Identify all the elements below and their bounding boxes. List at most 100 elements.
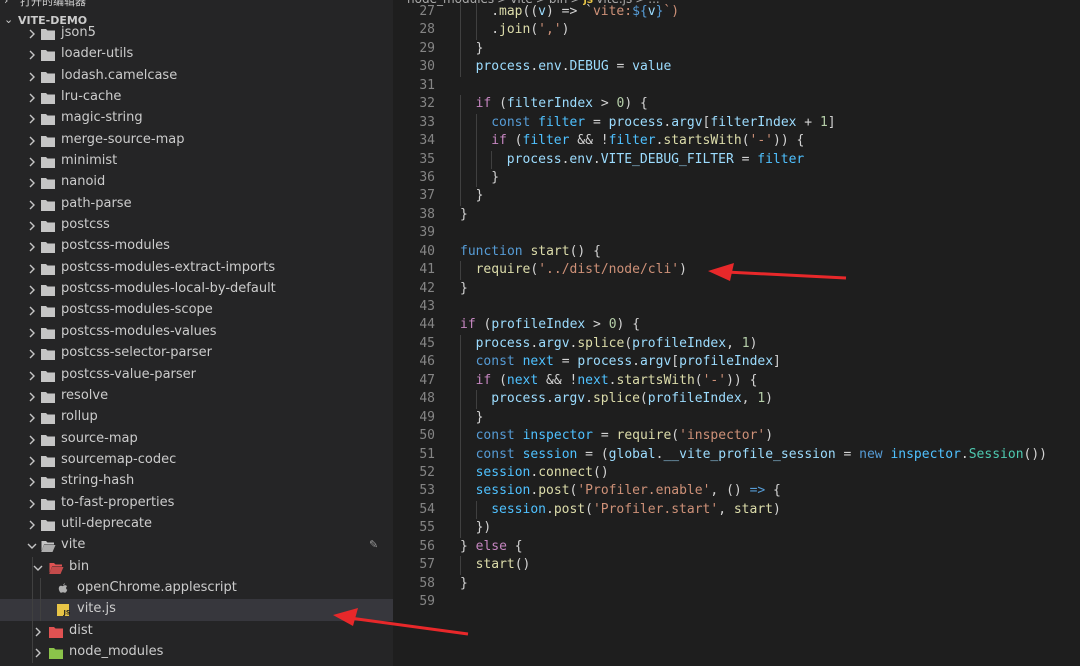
code-area[interactable]: 27 .map((v) => `vite:${v}`) 28 .join(',') 29… bbox=[393, 3, 1080, 611]
chevron-right-icon[interactable] bbox=[25, 258, 39, 279]
chevron-right-icon[interactable] bbox=[25, 130, 39, 151]
chevron-down-icon[interactable] bbox=[25, 535, 39, 556]
folder-item[interactable]: path-parse bbox=[0, 194, 393, 215]
code-token: + bbox=[796, 114, 820, 130]
code-token: = bbox=[553, 354, 578, 370]
code-line[interactable]: 45 process.argv.splice(profileIndex, 1) bbox=[393, 334, 1080, 354]
folder-item[interactable]: to-fast-properties bbox=[0, 493, 393, 514]
chevron-right-icon[interactable] bbox=[25, 44, 39, 65]
code-line[interactable]: 52 session.connect() bbox=[393, 463, 1080, 483]
code-line[interactable]: 39 bbox=[393, 224, 1080, 242]
chevron-right-icon[interactable] bbox=[25, 386, 39, 407]
open-editors-header[interactable]: › 打开的编辑器 bbox=[0, 0, 393, 9]
folder-item[interactable]: vite ✎ bbox=[0, 535, 393, 556]
code-line[interactable]: 59 bbox=[393, 593, 1080, 611]
chevron-down-icon[interactable] bbox=[31, 557, 45, 578]
code-token: ( bbox=[624, 335, 633, 351]
chevron-right-icon[interactable] bbox=[25, 194, 39, 215]
folder-item[interactable]: resolve bbox=[0, 386, 393, 407]
chevron-right-icon[interactable] bbox=[25, 322, 39, 343]
folder-item[interactable]: magic-string bbox=[0, 108, 393, 129]
code-line[interactable]: 54 session.post('Profiler.start', start) bbox=[393, 500, 1080, 520]
code-line[interactable]: 55}) bbox=[393, 519, 1080, 538]
chevron-right-icon[interactable] bbox=[25, 407, 39, 428]
folder-item[interactable]: util-deprecate bbox=[0, 514, 393, 535]
indent-guide bbox=[460, 58, 461, 77]
code-line[interactable]: 27 .map((v) => `vite:${v}`) bbox=[393, 3, 1080, 22]
code-line[interactable]: 53 session.post('Profiler.enable', () => … bbox=[393, 482, 1080, 501]
chevron-right-icon[interactable] bbox=[25, 450, 39, 471]
chevron-right-icon[interactable] bbox=[25, 493, 39, 514]
code-token: if bbox=[475, 96, 492, 112]
code-line[interactable]: 56} else { bbox=[393, 538, 1080, 556]
folder-item[interactable]: postcss-modules-local-by-default bbox=[0, 279, 393, 300]
folder-item[interactable]: bin bbox=[0, 556, 393, 578]
folder-item[interactable]: string-hash bbox=[0, 471, 393, 492]
chevron-right-icon[interactable] bbox=[25, 343, 39, 364]
folder-item[interactable]: rollup bbox=[0, 407, 393, 428]
chevron-right-icon[interactable] bbox=[31, 642, 45, 663]
chevron-right-icon[interactable] bbox=[25, 23, 39, 44]
code-line[interactable]: 30 process.env.DEBUG = value bbox=[393, 58, 1080, 77]
code-line[interactable]: 43 bbox=[393, 298, 1080, 316]
folder-item[interactable]: postcss-modules-extract-imports bbox=[0, 258, 393, 279]
chevron-right-icon[interactable] bbox=[25, 514, 39, 535]
folder-item[interactable]: postcss-selector-parser bbox=[0, 343, 393, 364]
chevron-right-icon[interactable] bbox=[25, 108, 39, 129]
code-line[interactable]: 32 if (filterIndex > 0) { bbox=[393, 95, 1080, 114]
code-line[interactable]: 44 if (profileIndex > 0) { bbox=[393, 316, 1080, 334]
code-line[interactable]: 46 const next = process.argv[profileIndex… bbox=[393, 353, 1080, 372]
code-line[interactable]: 51 const session = (global. __vite_profile… bbox=[393, 445, 1080, 464]
chevron-right-icon[interactable] bbox=[25, 279, 39, 300]
chevron-right-icon[interactable] bbox=[25, 151, 39, 172]
chevron-right-icon[interactable] bbox=[25, 236, 39, 257]
code-editor[interactable]: node_modules>vite>bin>JSvite.js>... 27.m… bbox=[393, 0, 1080, 666]
folder-item[interactable]: lodash.camelcase bbox=[0, 66, 393, 87]
code-text: require('../dist/node/cli') bbox=[476, 261, 687, 279]
code-line[interactable]: 48 process.argv.splice(profileIndex, 1) bbox=[393, 390, 1080, 409]
chevron-right-icon[interactable] bbox=[31, 621, 45, 642]
chevron-right-icon[interactable] bbox=[25, 471, 39, 492]
chevron-right-icon[interactable] bbox=[25, 66, 39, 87]
code-line[interactable]: 35 process.env.VITE_DEBUG_FILTER = filter bbox=[393, 150, 1080, 169]
pencil-icon[interactable]: ✎ bbox=[369, 538, 378, 551]
folder-item[interactable]: node_modules bbox=[0, 641, 393, 664]
folder-item[interactable]: postcss-value-parser bbox=[0, 365, 393, 386]
code-line[interactable]: 28 .join(',') bbox=[393, 21, 1080, 40]
folder-item[interactable]: lru-cache bbox=[0, 87, 393, 108]
chevron-right-icon[interactable] bbox=[25, 87, 39, 108]
code-line[interactable]: 36} bbox=[393, 168, 1080, 188]
folder-item[interactable]: nanoid bbox=[0, 172, 393, 193]
code-line[interactable]: 34 if (filter && !filter.startsWith('-'))… bbox=[393, 132, 1080, 151]
code-line[interactable]: 29} bbox=[393, 39, 1080, 59]
code-line[interactable]: 50 const inspector = require('inspector') bbox=[393, 427, 1080, 446]
code-line[interactable]: 47 if (next && !next.startsWith('-')) { bbox=[393, 371, 1080, 391]
file-item[interactable]: openChrome.applescript bbox=[0, 577, 393, 600]
code-line[interactable]: 57 start() bbox=[393, 556, 1080, 575]
chevron-right-icon[interactable] bbox=[25, 429, 39, 450]
code-line[interactable]: 31 bbox=[393, 77, 1080, 95]
line-number: 48 bbox=[419, 391, 435, 407]
folder-item[interactable]: postcss-modules-values bbox=[0, 322, 393, 343]
folder-item[interactable]: source-map bbox=[0, 429, 393, 450]
code-line[interactable]: 49} bbox=[393, 408, 1080, 428]
code-text: session.post('Profiler.start', start) bbox=[491, 501, 781, 519]
chevron-right-icon[interactable] bbox=[25, 172, 39, 193]
code-line[interactable]: 37} bbox=[393, 187, 1080, 206]
folder-item[interactable]: loader-utils bbox=[0, 44, 393, 65]
code-line[interactable]: 58} bbox=[393, 575, 1080, 593]
folder-item[interactable]: postcss-modules bbox=[0, 236, 393, 257]
folder-item[interactable]: merge-source-map bbox=[0, 130, 393, 151]
chevron-right-icon[interactable] bbox=[25, 365, 39, 386]
folder-item[interactable]: postcss-modules-scope bbox=[0, 300, 393, 321]
chevron-right-icon[interactable] bbox=[25, 215, 39, 236]
folder-item[interactable]: postcss bbox=[0, 215, 393, 236]
code-token: const bbox=[491, 114, 531, 130]
folder-item[interactable]: minimist bbox=[0, 151, 393, 172]
chevron-right-icon[interactable] bbox=[25, 300, 39, 321]
folder-item[interactable]: json5 bbox=[0, 23, 393, 44]
code-text: } bbox=[476, 187, 484, 205]
code-line[interactable]: 33 const filter = process.argv[filterInde… bbox=[393, 113, 1080, 133]
code-line[interactable]: 38} bbox=[393, 206, 1080, 224]
folder-item[interactable]: sourcemap-codec bbox=[0, 450, 393, 471]
